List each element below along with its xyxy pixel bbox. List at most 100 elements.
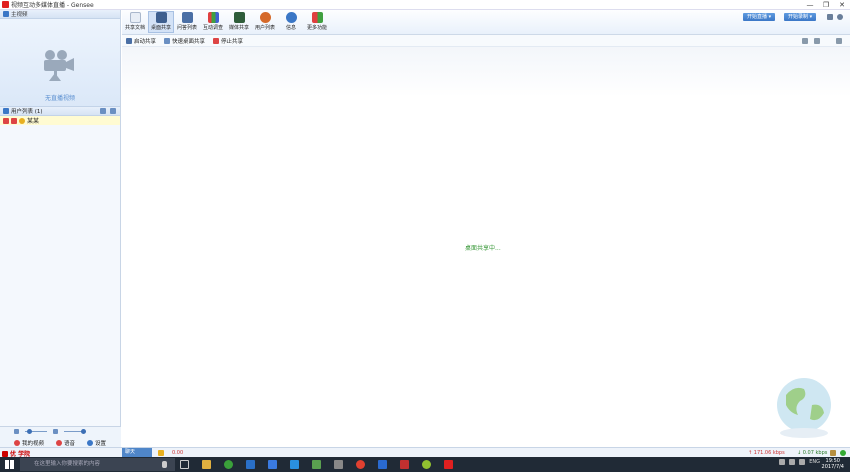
brand-icon bbox=[2, 450, 8, 457]
app-red-icon[interactable] bbox=[400, 460, 409, 469]
quick-share-icon bbox=[164, 37, 171, 44]
settings-button[interactable]: 设置 bbox=[87, 439, 106, 447]
app-icon[interactable] bbox=[334, 460, 343, 469]
network-icon[interactable] bbox=[799, 459, 806, 465]
chrome-icon[interactable] bbox=[356, 460, 365, 469]
mic-icon[interactable] bbox=[100, 108, 106, 114]
camera-icon bbox=[44, 50, 74, 81]
network-status-icon bbox=[840, 450, 846, 456]
gear-icon[interactable] bbox=[110, 108, 116, 114]
toolbar-label: 共享文档 bbox=[124, 25, 145, 31]
users-icon bbox=[259, 12, 271, 23]
my-video-label: 我的视频 bbox=[22, 441, 45, 447]
window-title: 视频互动多媒体直播 - Gensee bbox=[11, 2, 94, 9]
toolbar-survey[interactable]: 互动调查 bbox=[200, 12, 226, 31]
speaker-volume-slider[interactable] bbox=[64, 429, 86, 434]
visual-studio-icon[interactable] bbox=[378, 460, 387, 469]
taskbar-search-input[interactable]: 在这里输入你要搜索的内容 bbox=[20, 458, 175, 471]
toolbar-label: 桌面共享 bbox=[150, 25, 171, 31]
stop-share-label: 停止共享 bbox=[221, 38, 244, 45]
title-bar: 视频互动多媒体直播 - Gensee — ❐ ✕ bbox=[0, 0, 850, 10]
toolbar-label: 用户列表 bbox=[254, 25, 275, 31]
tray-icon[interactable] bbox=[779, 459, 786, 465]
user-name: 某某 bbox=[27, 118, 40, 125]
user-list-title: 用户列表 (1) bbox=[11, 109, 43, 115]
left-bottom-bar: 我的视频 语音 设置 bbox=[0, 426, 121, 448]
voice-icon bbox=[56, 440, 63, 446]
minimize-button[interactable]: — bbox=[802, 0, 818, 10]
start-record-button[interactable]: 开始录制 ▾ bbox=[784, 13, 817, 21]
toolbar-user-list[interactable]: 用户列表 bbox=[252, 12, 278, 31]
sharing-status: 桌面共享中... bbox=[465, 245, 501, 252]
video-panel-title: 主视频 bbox=[11, 12, 28, 18]
no-video-label: 无直播视频 bbox=[44, 95, 75, 102]
layout-icon[interactable] bbox=[827, 14, 833, 20]
file-explorer-icon[interactable] bbox=[202, 460, 211, 469]
language-indicator[interactable]: ENG bbox=[809, 459, 820, 465]
start-icon[interactable] bbox=[5, 460, 14, 469]
video-icon bbox=[14, 440, 20, 446]
restore-icon[interactable] bbox=[814, 38, 820, 44]
start-live-button[interactable]: 开始直播 ▾ bbox=[743, 13, 776, 21]
app-green-icon[interactable] bbox=[422, 460, 431, 469]
launch-share-button[interactable]: 启动共享 bbox=[126, 37, 156, 45]
qa-icon bbox=[181, 12, 193, 23]
counter-value: 0.00 bbox=[172, 450, 184, 456]
voice-button[interactable]: 语音 bbox=[56, 439, 75, 447]
quick-desktop-share-button[interactable]: 快速桌面共享 bbox=[164, 37, 205, 45]
mic-volume-icon bbox=[14, 429, 19, 434]
toolbar-label: 信息 bbox=[285, 25, 296, 31]
video-area: 无直播视频 bbox=[0, 19, 120, 107]
status-bar: 优 学院 聊天 0.00 ↑ 171.06 kbps ↓ 0.07 kbps bbox=[0, 447, 850, 458]
toolbar-label: 互动调查 bbox=[202, 25, 223, 31]
video-panel-header: 主视频 bbox=[0, 10, 120, 19]
word-icon[interactable] bbox=[268, 460, 277, 469]
toolbar-qa[interactable]: 问答列表 bbox=[174, 12, 200, 31]
toolbar-desktop-share[interactable]: 桌面共享 bbox=[148, 11, 174, 33]
outlook-icon[interactable] bbox=[246, 460, 255, 469]
share-subbar: 启动共享 快速桌面共享 停止共享 bbox=[122, 35, 850, 47]
volume-icon[interactable] bbox=[789, 459, 796, 465]
more-functions-icon bbox=[311, 12, 323, 23]
toolbar-info[interactable]: 信息 bbox=[278, 12, 304, 31]
globe-icon bbox=[777, 378, 831, 438]
voice-label: 语音 bbox=[64, 441, 76, 447]
microphone-icon[interactable] bbox=[162, 461, 167, 468]
toolbar-label: 媒体共享 bbox=[228, 25, 249, 31]
launch-share-label: 启动共享 bbox=[134, 38, 157, 45]
desktop-share-icon bbox=[155, 12, 167, 23]
document-icon bbox=[129, 12, 141, 23]
upload-speed: ↑ 171.06 kbps bbox=[748, 450, 785, 456]
monitor-icon bbox=[126, 37, 132, 44]
folder-icon[interactable] bbox=[158, 450, 164, 456]
task-view-icon[interactable] bbox=[180, 460, 189, 469]
settings-icon bbox=[87, 440, 94, 446]
mic-volume-slider[interactable] bbox=[25, 429, 47, 434]
wechat-icon[interactable] bbox=[224, 460, 233, 469]
toolbar-label: 更多功能 bbox=[306, 25, 327, 31]
media-icon bbox=[233, 12, 245, 23]
mic-off-icon bbox=[11, 117, 17, 124]
taskbar-clock[interactable]: 19:50 2017/7/4 bbox=[822, 458, 844, 470]
maximize-button[interactable]: ❐ bbox=[818, 0, 834, 10]
toolbar-more[interactable]: 更多功能 bbox=[304, 12, 330, 31]
chat-button[interactable]: 聊天 bbox=[122, 448, 152, 457]
info-icon bbox=[285, 12, 297, 23]
store-icon[interactable] bbox=[312, 460, 321, 469]
gear-icon[interactable] bbox=[837, 14, 843, 20]
close-button[interactable]: ✕ bbox=[834, 0, 850, 10]
window-icon[interactable] bbox=[836, 38, 842, 44]
clock-date: 2017/7/4 bbox=[821, 464, 844, 470]
edge-icon[interactable] bbox=[290, 460, 299, 469]
fullscreen-icon[interactable] bbox=[802, 38, 808, 44]
my-video-button[interactable]: 我的视频 bbox=[14, 439, 44, 447]
toolbar-share-doc[interactable]: 共享文档 bbox=[122, 12, 148, 31]
gensee-taskbar-icon[interactable] bbox=[444, 460, 453, 469]
toolbar-media-share[interactable]: 媒体共享 bbox=[226, 12, 252, 31]
quick-share-label: 快速桌面共享 bbox=[172, 38, 206, 45]
brush-icon[interactable] bbox=[830, 450, 836, 456]
user-list-item[interactable]: 某某 bbox=[0, 116, 120, 125]
users-icon bbox=[3, 108, 9, 114]
stop-share-button[interactable]: 停止共享 bbox=[213, 37, 243, 45]
speaker-volume-icon bbox=[53, 429, 58, 434]
